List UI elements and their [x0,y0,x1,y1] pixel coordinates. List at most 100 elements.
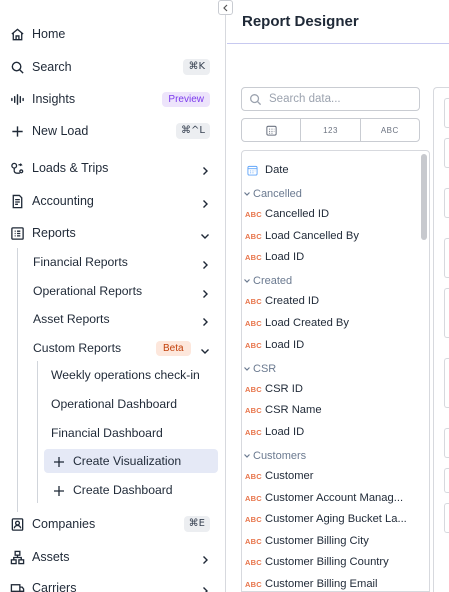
group-label: Cancelled [253,188,302,200]
nav-asset-reports[interactable]: Asset Reports [33,307,225,331]
nav-financial-dashboard[interactable]: Financial Dashboard [51,421,225,445]
field-row[interactable]: ABC Cancelled ID [242,204,418,224]
field-label: Customer Account Manag... [265,492,404,504]
collapse-sidebar-button[interactable] [218,0,233,15]
field-row[interactable]: ABC Load Created By [242,313,418,333]
home-icon [9,26,25,42]
field-row[interactable]: ABC Load Cancelled By [242,226,418,246]
nav-companies-label: Companies [32,517,96,531]
accounting-icon [9,193,25,209]
text-type-icon: ABC [245,514,262,524]
calendar-icon [266,125,277,136]
nav-assets[interactable]: Assets [0,544,225,570]
nav-operational-dashboard[interactable]: Operational Dashboard [51,392,225,416]
nav-assets-label: Assets [32,550,70,564]
config-box[interactable] [444,238,449,278]
chevron-right-icon [200,552,210,564]
text-type-icon: ABC [245,231,262,241]
chevron-down-icon [200,228,210,239]
config-box[interactable] [444,428,449,458]
nav-home[interactable]: Home [0,21,225,47]
field-row[interactable]: ABC Customer Account Manag... [242,488,418,508]
config-box[interactable] [444,188,449,218]
text-type-icon: ABC [245,405,262,415]
filter-number-tab[interactable]: 123 [300,119,359,141]
field-label: Customer [265,470,314,482]
create-dashboard-label: Create Dashboard [73,483,173,497]
nav-reports-label: Reports [32,226,76,240]
field-row[interactable]: ABC CSR Name [242,400,418,420]
text-type-icon: ABC [245,493,262,503]
config-box[interactable] [444,468,449,493]
search-data-field[interactable] [241,87,420,111]
beta-badge: Beta [156,340,191,356]
field-label: Customer Aging Bucket La... [265,513,407,525]
nav-accounting[interactable]: Accounting [0,188,225,214]
operational-dashboard-label: Operational Dashboard [51,397,178,411]
nav-weekly-operations-check-in[interactable]: Weekly operations check-in [51,363,225,387]
field-row[interactable]: ABC Customer [242,466,418,486]
search-data-input[interactable] [269,91,415,107]
nav-carriers-label: Carriers [32,581,77,592]
field-row[interactable]: ABC Customer Billing Email [242,574,418,591]
field-row[interactable]: ABC Customer Billing Country [242,552,418,572]
text-type-icon: ABC [245,579,262,589]
nav-insights-label: Insights [32,92,76,106]
chevron-right-icon [200,257,210,269]
nav-loads-trips[interactable]: Loads & Trips [0,155,225,181]
field-label: CSR Name [265,404,322,416]
field-date[interactable]: Date [242,160,418,180]
field-row[interactable]: ABC Load ID [242,335,418,355]
nav-create-visualization[interactable]: Create Visualization [44,449,218,473]
filter-date-tab[interactable] [242,119,300,141]
nav-reports[interactable]: Reports [0,220,225,246]
filter-text-tab[interactable]: ABC [359,119,419,141]
sidebar: Home Search ⌘K Insights Preview New Load… [0,0,226,592]
group-label: Created [253,275,293,287]
preview-badge: Preview [162,91,210,107]
text-type-icon: ABC [245,318,262,328]
field-row[interactable]: ABC Customer Billing City [242,531,418,551]
field-row[interactable]: ABC Created ID [242,291,418,311]
nav-insights[interactable]: Insights Preview [0,86,225,112]
field-label: Created ID [265,295,320,307]
companies-icon [9,516,25,532]
field-row[interactable]: ABC CSR ID [242,379,418,399]
config-box[interactable] [444,98,449,128]
nav-operational-reports[interactable]: Operational Reports [33,279,225,303]
nav-search[interactable]: Search ⌘K [0,54,225,80]
field-row[interactable]: ABC Load ID [242,422,418,442]
chevron-down-icon [244,367,250,371]
field-label: Load ID [265,426,305,438]
config-box[interactable] [444,288,449,338]
text-type-icon: ABC [245,471,262,481]
field-row[interactable]: ABC Load ID [242,247,418,267]
designer-canvas-panel [433,87,449,592]
nav-new-load[interactable]: New Load ⌘^L [0,118,225,144]
field-row[interactable]: ABC Customer Aging Bucket La... [242,509,418,529]
nav-carriers[interactable]: Carriers [0,575,225,592]
nav-create-dashboard[interactable]: Create Dashboard [44,478,218,502]
chevron-right-icon [200,286,210,298]
insights-icon [9,91,25,107]
field-label: Customer Billing Country [265,556,389,568]
chevron-right-icon [200,163,210,175]
custom-reports-label: Custom Reports [33,341,122,355]
operational-reports-label: Operational Reports [33,284,143,298]
search-shortcut: ⌘K [183,59,210,75]
create-visualization-label: Create Visualization [73,454,182,468]
nav-loads-trips-label: Loads & Trips [32,161,109,175]
nav-financial-reports[interactable]: Financial Reports [33,250,225,274]
plus-icon [9,123,25,139]
field-list-scrollbar[interactable] [421,154,427,240]
config-box[interactable] [444,503,449,533]
config-box[interactable] [444,358,449,408]
text-type-icon: ABC [245,209,262,219]
nav-new-load-label: New Load [32,124,89,138]
field-label: Customer Billing Email [265,578,378,590]
text-type-icon: ABC [245,557,262,567]
companies-shortcut: ⌘E [183,516,210,532]
nav-custom-reports[interactable]: Custom Reports Beta [33,336,225,360]
config-box[interactable] [444,138,449,168]
nav-companies[interactable]: Companies ⌘E [0,511,225,537]
